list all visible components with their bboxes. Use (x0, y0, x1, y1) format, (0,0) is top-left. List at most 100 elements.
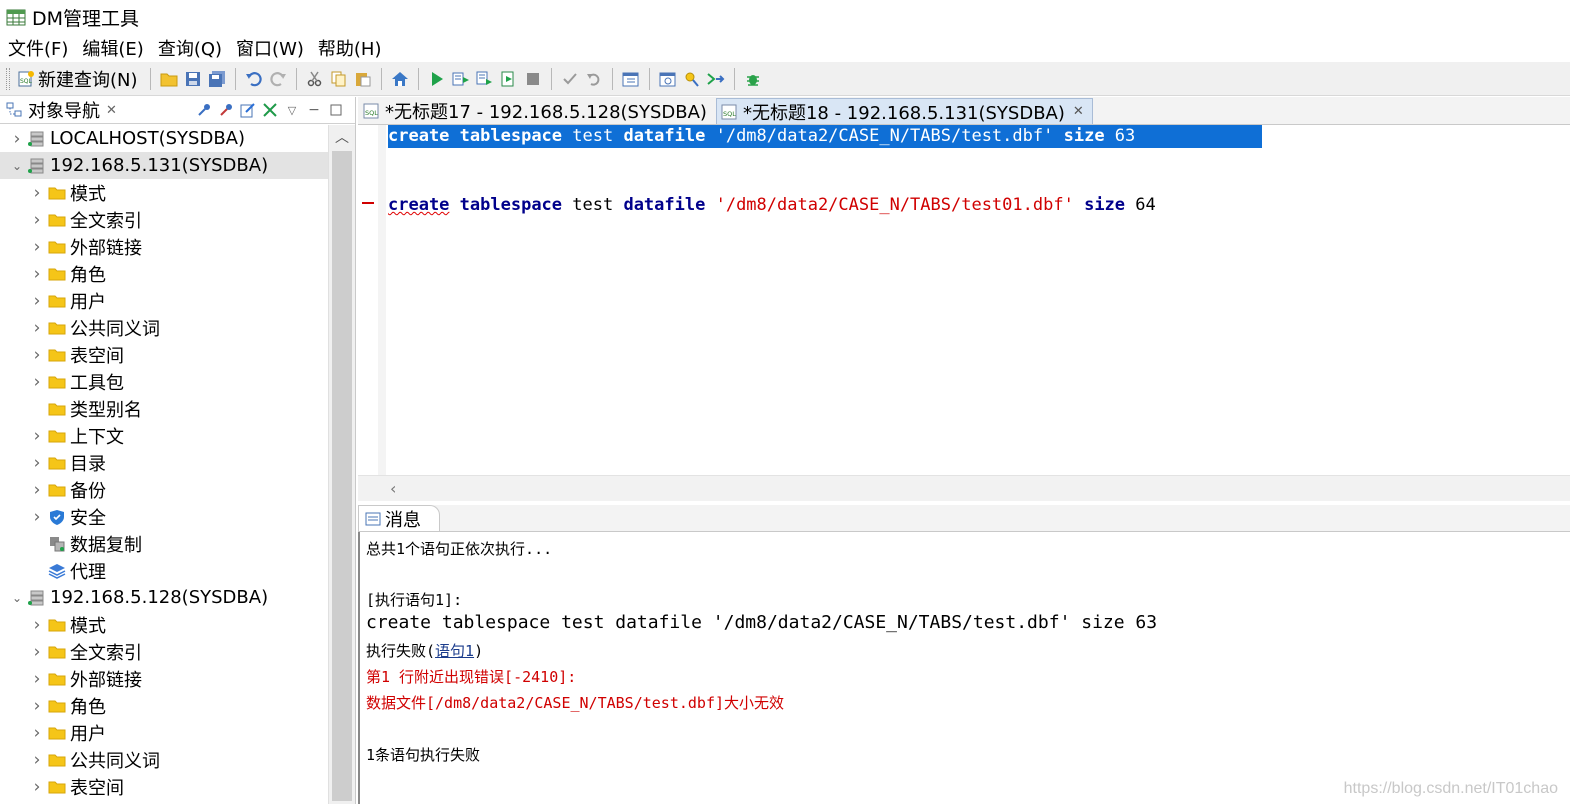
tree-node[interactable]: › 外部链接 (0, 665, 328, 692)
chevron-right-icon[interactable]: › (30, 750, 44, 770)
merge-icon[interactable] (706, 69, 726, 89)
statement-link[interactable]: 语句1 (435, 642, 474, 660)
tree-node[interactable]: › 用户 (0, 287, 328, 314)
tree-node[interactable]: › 上下文 (0, 422, 328, 449)
disconnect-icon[interactable] (217, 101, 235, 119)
chevron-right-icon[interactable]: › (30, 264, 44, 284)
run-script-icon[interactable] (475, 69, 495, 89)
connect-icon[interactable] (195, 101, 213, 119)
tree-node[interactable]: › 备份 (0, 476, 328, 503)
code-line[interactable]: create tablespace test datafile '/dm8/da… (388, 194, 1262, 217)
navigator-tab[interactable]: 对象导航 ✕ (6, 97, 117, 123)
chevron-right-icon[interactable]: › (30, 345, 44, 365)
maximize-icon[interactable] (327, 101, 345, 119)
save-icon[interactable] (183, 69, 203, 89)
chevron-right-icon[interactable]: › (30, 318, 44, 338)
new-query-button[interactable]: SQL 新建查询(N) (14, 66, 138, 92)
tree-node[interactable]: › 用户 (0, 719, 328, 746)
editor-tab[interactable]: SQL *无标题18 - 192.168.5.131(SYSDBA) ✕ (715, 98, 1093, 124)
chevron-right-icon[interactable]: › (10, 129, 24, 149)
chevron-right-icon[interactable]: › (30, 210, 44, 230)
tree-node[interactable]: › 全文索引 (0, 638, 328, 665)
code-line[interactable] (388, 171, 1262, 194)
tree-node[interactable]: › 目录 (0, 449, 328, 476)
rollback-icon[interactable] (584, 69, 604, 89)
menu-edit[interactable]: 编辑(E) (82, 35, 143, 61)
close-icon[interactable]: ✕ (1073, 104, 1084, 119)
tree-node[interactable]: › 工具包 (0, 368, 328, 395)
paste-icon[interactable] (353, 69, 373, 89)
tree-node[interactable]: › 表空间 (0, 341, 328, 368)
menu-query[interactable]: 查询(Q) (158, 35, 222, 61)
chevron-right-icon[interactable]: › (30, 237, 44, 257)
view-menu-icon[interactable]: ▽ (283, 101, 301, 119)
chevron-right-icon[interactable]: › (30, 696, 44, 716)
tree-node[interactable]: › 外部链接 (0, 233, 328, 260)
tree-server-node[interactable]: ⌄ 192.168.5.131(SYSDBA) (0, 152, 328, 179)
tree-node[interactable]: 代理 (0, 557, 328, 584)
sql-editor[interactable]: create tablespace test datafile '/dm8/da… (358, 125, 1570, 475)
tree-node[interactable]: › 表空间 (0, 773, 328, 800)
chevron-right-icon[interactable]: › (30, 291, 44, 311)
run-icon[interactable] (427, 69, 447, 89)
run-selected-icon[interactable] (451, 69, 471, 89)
redo-icon[interactable] (268, 69, 288, 89)
chevron-right-icon[interactable]: › (30, 183, 44, 203)
chevron-right-icon[interactable]: › (30, 372, 44, 392)
chevron-right-icon[interactable]: › (30, 669, 44, 689)
code-line[interactable]: create tablespace test datafile '/dm8/da… (388, 125, 1262, 148)
scroll-left-icon[interactable]: ‹ (390, 479, 396, 498)
tree-node[interactable]: › 全文索引 (0, 206, 328, 233)
menu-help[interactable]: 帮助(H) (318, 35, 382, 61)
chevron-down-icon[interactable]: ⌄ (10, 591, 24, 605)
navigator-scrollbar[interactable]: ︿ (328, 125, 355, 804)
tree-node[interactable]: › 公共同义词 (0, 314, 328, 341)
cut-icon[interactable] (305, 69, 325, 89)
tree-node[interactable]: › 模式 (0, 179, 328, 206)
calendar-icon[interactable] (658, 69, 678, 89)
menu-file[interactable]: 文件(F) (8, 35, 68, 61)
tree-node[interactable]: › 公共同义词 (0, 746, 328, 773)
tree-node[interactable]: › 角色 (0, 260, 328, 287)
scrollbar-thumb[interactable] (332, 151, 352, 801)
save-all-icon[interactable] (207, 69, 227, 89)
chevron-right-icon[interactable]: › (30, 723, 44, 743)
chevron-down-icon[interactable]: ⌄ (10, 159, 24, 173)
tree-server-node[interactable]: ⌄ 192.168.5.128(SYSDBA) (0, 584, 328, 611)
chevron-right-icon[interactable]: › (30, 453, 44, 473)
undo-icon[interactable] (244, 69, 264, 89)
edit-icon[interactable] (239, 101, 257, 119)
code-line[interactable] (388, 148, 1262, 171)
chevron-right-icon[interactable]: › (30, 507, 44, 527)
tree-node[interactable]: › 角色 (0, 692, 328, 719)
menu-window[interactable]: 窗口(W) (236, 35, 304, 61)
editor-horizontal-scrollbar[interactable]: ‹ (358, 475, 1570, 501)
stop-icon[interactable] (523, 69, 543, 89)
tree-node[interactable]: 类型别名 (0, 395, 328, 422)
sql-code[interactable]: create tablespace test datafile '/dm8/da… (388, 125, 1262, 217)
execute-plan-icon[interactable] (499, 69, 519, 89)
home-icon[interactable] (390, 69, 410, 89)
tree-node[interactable]: › 安全 (0, 503, 328, 530)
debug-bug-icon[interactable] (743, 69, 763, 89)
messages-tab[interactable]: 消息 (358, 505, 440, 531)
minimize-icon[interactable]: − (305, 101, 323, 119)
chevron-right-icon[interactable]: › (30, 426, 44, 446)
schedule-icon[interactable] (621, 69, 641, 89)
scroll-up-icon[interactable]: ︿ (329, 125, 355, 149)
chevron-right-icon[interactable]: › (30, 615, 44, 635)
chevron-right-icon[interactable]: › (30, 642, 44, 662)
editor-tab[interactable]: SQL *无标题17 - 192.168.5.128(SYSDBA) (358, 98, 716, 124)
toolbar-grip[interactable] (6, 67, 10, 90)
chevron-right-icon[interactable]: › (30, 777, 44, 797)
close-icon[interactable]: ✕ (106, 103, 117, 118)
tree-server-node[interactable]: › LOCALHOST(SYSDBA) (0, 125, 328, 152)
tree-node[interactable]: 数据复制 (0, 530, 328, 557)
chevron-right-icon[interactable]: › (30, 480, 44, 500)
tree-node[interactable]: › 模式 (0, 611, 328, 638)
commit-icon[interactable] (560, 69, 580, 89)
open-folder-icon[interactable] (159, 69, 179, 89)
expand-all-icon[interactable] (261, 101, 279, 119)
explain-icon[interactable] (682, 69, 702, 89)
copy-icon[interactable] (329, 69, 349, 89)
